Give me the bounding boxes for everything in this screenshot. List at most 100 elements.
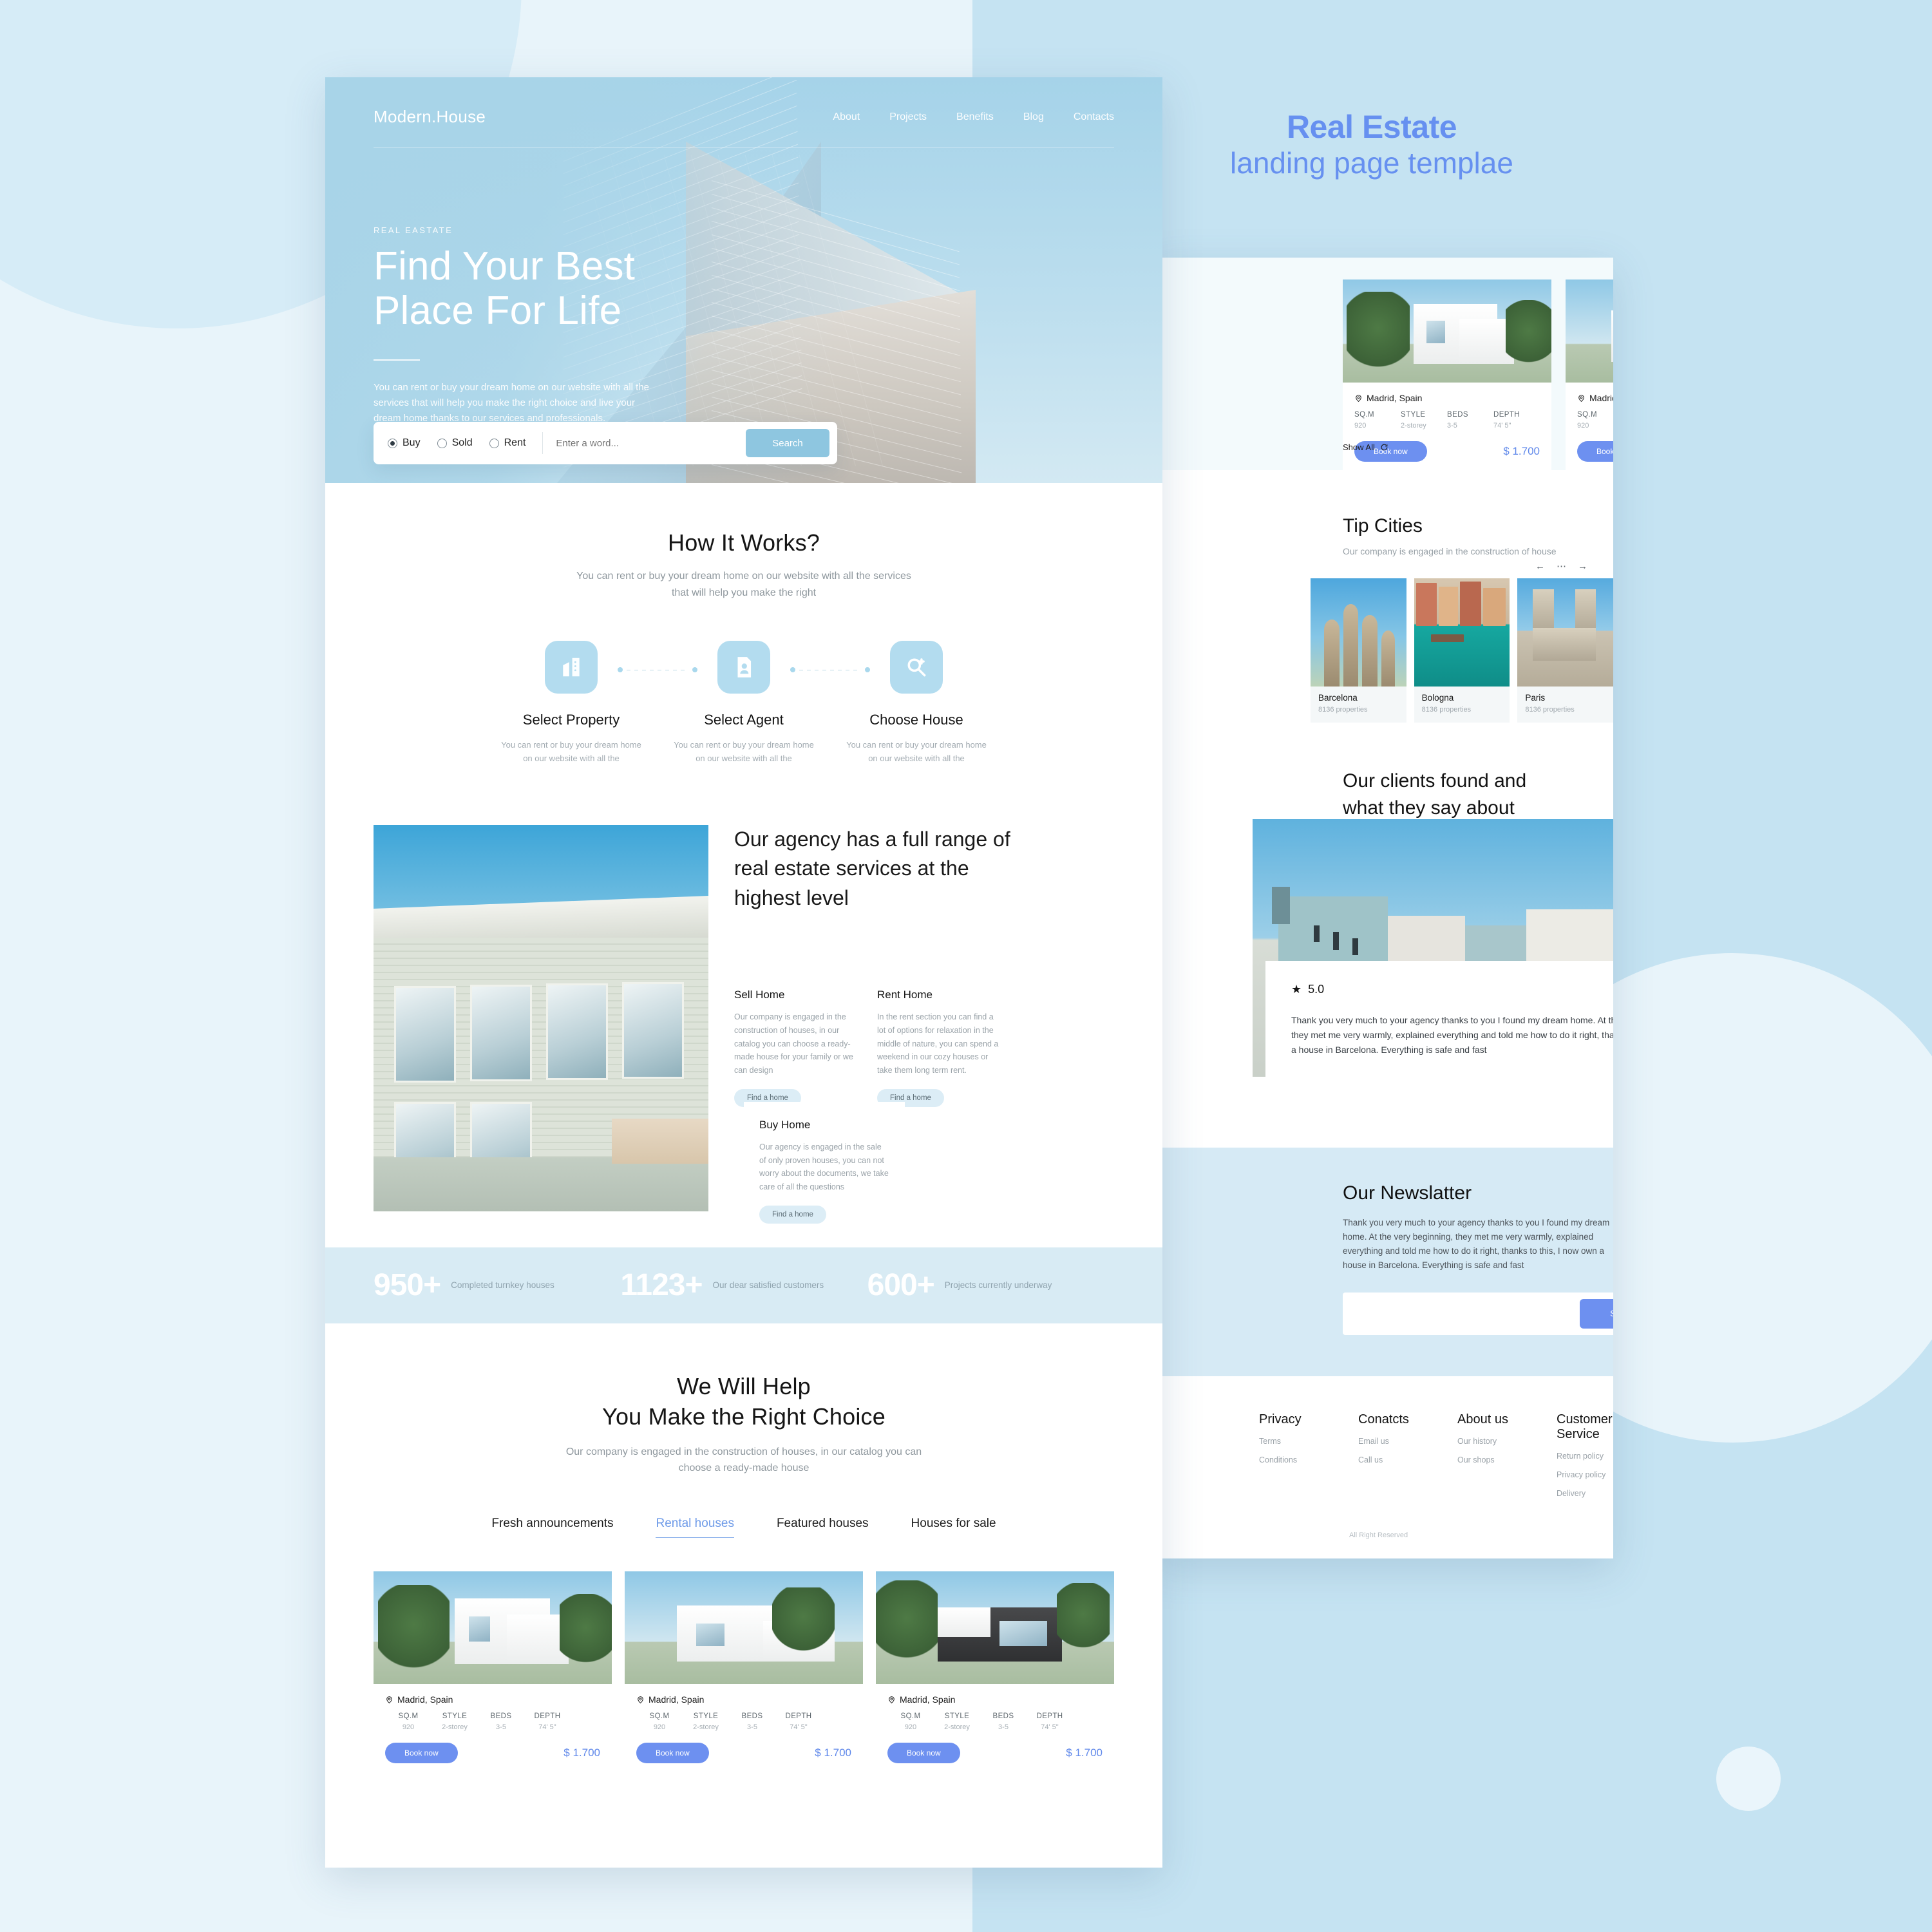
property-spec: BEDS 3-5: [478, 1712, 524, 1731]
property-price: $ 1.700: [1066, 1747, 1103, 1759]
nav-link-contacts[interactable]: Contacts: [1074, 111, 1114, 123]
carousel-next-icon[interactable]: →: [1578, 561, 1587, 572]
property-price: $ 1.700: [564, 1747, 600, 1759]
footer-link[interactable]: Email us: [1358, 1437, 1415, 1446]
footer-column-about-us: About us Our history Our shops: [1457, 1412, 1514, 1498]
spec-key: BEDS: [490, 1712, 512, 1720]
property-spec: DEPTH 74' 5": [1493, 411, 1540, 430]
search-input[interactable]: [542, 432, 746, 454]
property-card[interactable]: Madrid, SpainSQ.M920STYLE2-storeyBEDS3-5…: [1566, 279, 1613, 475]
city-card[interactable]: Bologna 8136 properties: [1414, 578, 1510, 723]
service-cta-button[interactable]: Find a home: [759, 1205, 826, 1224]
property-spec: SQ.M 920: [887, 1712, 934, 1731]
search-button[interactable]: Search: [746, 429, 829, 457]
service-title: Buy Home: [759, 1118, 811, 1131]
spec-value: 2-storey: [693, 1723, 719, 1731]
tab-featured-houses[interactable]: Featured houses: [777, 1517, 869, 1538]
nav-link-blog[interactable]: Blog: [1023, 111, 1044, 123]
city-name: Paris: [1525, 693, 1546, 703]
search-radio-buy[interactable]: Buy: [388, 437, 421, 449]
property-specs: SQ.M920STYLE2-storeyBEDS3-5DEPTH74' 5": [1577, 411, 1613, 430]
promo-title: Real Estate landing page templae: [1146, 109, 1597, 182]
show-all-label: Show All: [1343, 442, 1375, 452]
hero-title: Find Your Best Place For Life: [374, 244, 747, 334]
book-now-button[interactable]: Book now: [636, 1743, 709, 1763]
footer-column-title: Conatcts: [1358, 1412, 1409, 1426]
show-all-button[interactable]: Show All: [1343, 442, 1388, 452]
hero-search-bar: Buy Sold Rent Search: [374, 422, 837, 464]
service-card-list: Sell Home Our company is engaged in the c…: [734, 989, 1114, 1107]
testimonial-quote-card: ★ 5.0 Thank you very much to your agency…: [1265, 961, 1613, 1084]
footer-link[interactable]: Terms: [1259, 1437, 1316, 1446]
testimonial-heading: Our clients found and what they say abou…: [1343, 770, 1527, 819]
spec-key: DEPTH: [1493, 411, 1520, 419]
agency-section: Our agency has a full range of real esta…: [325, 824, 1162, 1240]
property-photo: [1566, 279, 1613, 383]
footer-link[interactable]: Return policy: [1557, 1452, 1613, 1461]
property-spec: STYLE 2-storey: [1401, 411, 1447, 430]
tab-rental-houses[interactable]: Rental houses: [656, 1517, 734, 1538]
spec-key: STYLE: [693, 1712, 719, 1720]
footer-link[interactable]: Our history: [1457, 1437, 1514, 1446]
tab-houses-for-sale[interactable]: Houses for sale: [911, 1517, 996, 1538]
property-card[interactable]: Madrid, SpainSQ.M920STYLE2-storeyBEDS3-5…: [625, 1571, 863, 1776]
carousel-controls[interactable]: ← ⋯ →: [1535, 560, 1587, 573]
property-spec: STYLE 2-storey: [683, 1712, 729, 1731]
search-radio-rent[interactable]: Rent: [489, 437, 526, 449]
spec-key: DEPTH: [1036, 1712, 1063, 1720]
step-title: Select Property: [522, 712, 620, 728]
brand-logo[interactable]: Modern.House: [374, 107, 486, 127]
property-card[interactable]: Madrid, SpainSQ.M920STYLE2-storeyBEDS3-5…: [876, 1571, 1114, 1776]
nav-link-about[interactable]: About: [833, 111, 860, 123]
book-now-button[interactable]: Book now: [887, 1743, 960, 1763]
city-card[interactable]: Barcelona 8136 properties: [1311, 578, 1406, 723]
search-plus-icon: [890, 641, 943, 694]
footer-link[interactable]: Delivery: [1557, 1489, 1613, 1498]
footer-link[interactable]: Privacy policy: [1557, 1470, 1613, 1479]
property-price: $ 1.700: [1503, 445, 1540, 457]
footer-link[interactable]: Conditions: [1259, 1455, 1316, 1464]
search-radio-sold[interactable]: Sold: [437, 437, 473, 449]
footer-link[interactable]: Call us: [1358, 1455, 1415, 1464]
property-specs: SQ.M920STYLE2-storeyBEDS3-5DEPTH74' 5": [887, 1712, 1103, 1731]
location-pin-icon: [889, 1696, 895, 1703]
stats-bar: 950+ Completed turnkey houses 1123+ Our dea…: [325, 1247, 1162, 1323]
hero-paragraph: You can rent or buy your dream home on o…: [374, 381, 650, 424]
tab-fresh-announcements[interactable]: Fresh announcements: [491, 1517, 613, 1538]
spec-value: 74' 5": [538, 1723, 556, 1731]
carousel-dots-icon[interactable]: ⋯: [1557, 560, 1566, 572]
spec-value: 3-5: [1447, 422, 1457, 430]
city-photo: [1517, 578, 1613, 687]
help-subtitle: Our company is engaged in the constructi…: [565, 1446, 922, 1474]
book-now-button[interactable]: Book now: [385, 1743, 458, 1763]
property-location: Madrid, Spain: [636, 1694, 851, 1705]
help-title-line1: We Will Help: [677, 1372, 811, 1399]
how-it-works-step: Choose House You can rent or buy your dre…: [830, 641, 1003, 766]
refresh-icon: [1381, 444, 1388, 451]
property-photo: [374, 1571, 612, 1684]
rating-value: 5.0: [1308, 983, 1325, 996]
spec-key: SQ.M: [649, 1712, 670, 1720]
stat-number: 950+: [374, 1268, 441, 1303]
newsletter-email-input[interactable]: [1358, 1308, 1580, 1319]
help-title: We Will Help You Make the Right Choice: [325, 1371, 1162, 1432]
spec-value: 3-5: [998, 1723, 1009, 1731]
spec-key: BEDS: [741, 1712, 763, 1720]
nav-link-benefits[interactable]: Benefits: [956, 111, 994, 123]
help-title-line2: You Make the Right Choice: [602, 1403, 886, 1430]
stat-caption: Completed turnkey houses: [451, 1280, 554, 1290]
subscribe-button[interactable]: Subscribe: [1580, 1298, 1613, 1329]
spec-value: 2-storey: [1401, 422, 1426, 430]
spec-value: 3-5: [747, 1723, 757, 1731]
book-now-button[interactable]: Book now: [1577, 441, 1613, 462]
radio-label: Sold: [451, 437, 473, 448]
city-card[interactable]: Paris 8136 properties: [1517, 578, 1613, 723]
service-desc: Our company is engaged in the constructi…: [734, 1012, 853, 1075]
property-card[interactable]: Madrid, SpainSQ.M920STYLE2-storeyBEDS3-5…: [374, 1571, 612, 1776]
tip-cities-subtitle: Our company is engaged in the constructi…: [1343, 546, 1557, 556]
carousel-prev-icon[interactable]: ←: [1535, 561, 1545, 572]
hero-section: Modern.House About Projects Benefits Blog Co…: [325, 77, 1162, 483]
footer-link[interactable]: Our shops: [1457, 1455, 1514, 1464]
city-property-count: 8136 properties: [1421, 706, 1472, 714]
nav-link-projects[interactable]: Projects: [889, 111, 927, 123]
